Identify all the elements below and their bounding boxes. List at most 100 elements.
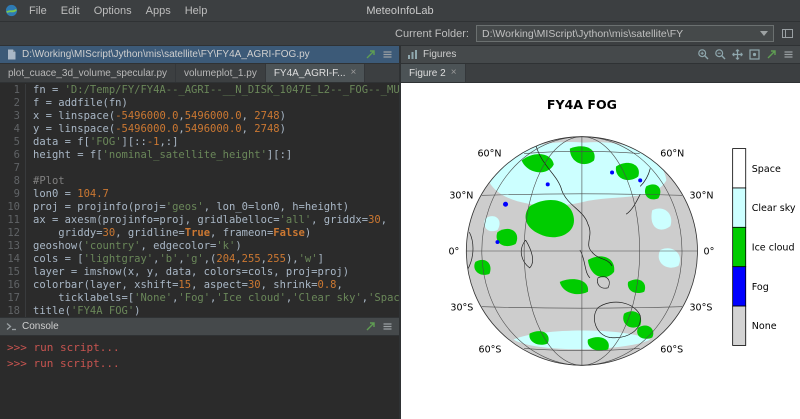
menu-options[interactable]: Options [87,3,139,19]
colorbar-segment [733,149,746,188]
undock-icon[interactable] [364,320,377,333]
line-content: x = linspace(-5496000.0,5496000.0, 2748) [33,110,286,123]
colorbar-segment [733,267,746,306]
grid-label: 30°S [450,303,473,314]
tab-label: Figure 2 [409,68,446,79]
code-line[interactable]: 3 x = linspace(-5496000.0,5496000.0, 2748… [0,110,399,123]
figure-title: FY4A FOG [547,97,617,112]
code-line[interactable]: 1 fn = 'D:/Temp/FY/FY4A--_AGRI--__N_DISK_… [0,84,399,97]
line-content: ax = axesm(projinfo=proj, gridlabelloc='… [33,214,387,227]
line-number: 17 [0,292,26,305]
menu-apps[interactable]: Apps [139,3,178,19]
code-line[interactable]: 14cols = ['lightgray','b','g',(204,255,2… [0,253,399,266]
editor-titlebar[interactable]: D:\Working\MIScript\Jython\mis\satellite… [0,46,399,64]
editor-panel: D:\Working\MIScript\Jython\mis\satellite… [0,46,399,317]
folder-toolbar: Current Folder: D:\Working\MIScript\Jyth… [0,22,800,46]
line-number: 3 [0,110,26,123]
console-title: Console [22,321,360,332]
meteoinfolab-window: FileEditOptionsAppsHelp MeteoInfoLab Cur… [0,0,800,419]
editor-title-path: D:\Working\MIScript\Jython\mis\satellite… [22,49,360,60]
line-content: y = linspace(-5496000.0,5496000.0, 2748) [33,123,286,136]
colorbar-segment [733,188,746,227]
menu-help[interactable]: Help [178,3,215,19]
menu-icon[interactable] [381,320,394,333]
tab-label: plot_cuace_3d_volume_specular.py [8,68,167,79]
tab[interactable]: volumeplot_1.py [176,64,266,82]
line-content: #Plot [33,175,65,188]
line-number: 2 [0,97,26,110]
figures-icon [406,48,419,61]
code-line[interactable]: 7 [0,162,399,175]
menu-items: FileEditOptionsAppsHelp [22,3,214,19]
full-extent-icon[interactable] [748,48,761,61]
current-folder-combobox[interactable]: D:\Working\MIScript\Jython\mis\satellite… [476,25,774,42]
code-line[interactable]: 8 #Plot [0,175,399,188]
code-line[interactable]: 18 title('FY4A FOG') [0,305,399,317]
code-editor[interactable]: 1 fn = 'D:/Temp/FY/FY4A--_AGRI--__N_DISK_… [0,83,399,317]
code-line[interactable]: 15layer = imshow(x, y, data, colors=cols… [0,266,399,279]
line-content: ticklabels=['None','Fog','Ice cloud','Cl… [33,292,399,305]
figure-tabbar: Figure 2 × [401,64,800,83]
code-line[interactable]: 2 f = addfile(fn) [0,97,399,110]
colorbar-label: None [752,321,777,332]
tab[interactable]: plot_cuace_3d_volume_specular.py [0,64,176,82]
figures-titlebar[interactable]: Figures [401,46,800,64]
python-file-icon [5,48,18,61]
app-logo-icon [5,4,18,17]
console-output[interactable]: >>> run script...>>> run script... [0,336,399,419]
line-number: 4 [0,123,26,136]
line-number: 14 [0,253,26,266]
zoom-out-icon[interactable] [714,48,727,61]
colorbar-segment [733,227,746,266]
tab[interactable]: Figure 2 × [401,64,466,82]
figure-canvas[interactable]: FY4A FOG [401,83,800,419]
code-line[interactable]: 9lon0 = 104.7 [0,188,399,201]
menu-icon[interactable] [782,48,795,61]
pan-icon[interactable] [731,48,744,61]
grid-label: 0° [704,247,715,258]
tab[interactable]: FY4A_AGRI-F...× [266,64,366,82]
menu-file[interactable]: File [22,3,54,19]
editor-tabbar: plot_cuace_3d_volume_specular.py volumepl… [0,64,399,83]
code-line[interactable]: 11ax = axesm(projinfo=proj, gridlabelloc… [0,214,399,227]
colorbar: SpaceClear skyIce cloudFogNone [733,149,796,346]
line-content: f = addfile(fn) [33,97,128,110]
grid-label: 60°S [660,344,683,355]
undock-icon[interactable] [765,48,778,61]
line-number: 8 [0,175,26,188]
code-line[interactable]: 5data = f['FOG'][::-1,:] [0,136,399,149]
console-icon [5,320,18,333]
code-line[interactable]: 12 griddy=30, gridline=True, frameon=Fal… [0,227,399,240]
console-panel: Console >>> run script...>>> run script.… [0,317,399,419]
grid-label: 30°N [689,190,713,201]
code-line[interactable]: 16colorbar(layer, xshift=15, aspect=30, … [0,279,399,292]
line-content: height = f['nominal_satellite_height'][:… [33,149,292,162]
line-number: 1 [0,84,26,97]
zoom-in-icon[interactable] [697,48,710,61]
console-titlebar[interactable]: Console [0,318,399,336]
undock-icon[interactable] [364,48,377,61]
line-number: 18 [0,305,26,317]
tab-close-icon[interactable]: × [351,68,357,78]
line-number: 6 [0,149,26,162]
chevron-down-icon[interactable] [760,31,768,36]
line-content: fn = 'D:/Temp/FY/FY4A--_AGRI--__N_DISK_1… [33,84,399,97]
menu-icon[interactable] [381,48,394,61]
left-pane: D:\Working\MIScript\Jython\mis\satellite… [0,46,401,419]
colorbar-label: Clear sky [752,203,796,214]
colorbar-label: Space [752,164,781,175]
code-line[interactable]: 6 height = f['nominal_satellite_height'][… [0,149,399,162]
line-content: title('FY4A FOG') [33,305,140,317]
sidebar-toggle-icon[interactable] [781,27,794,40]
code-line[interactable]: 4 y = linspace(-5496000.0,5496000.0, 2748… [0,123,399,136]
colorbar-label: Ice cloud [752,243,795,254]
code-line[interactable]: 17 ticklabels=['None','Fog','Ice cloud',… [0,292,399,305]
console-line: >>> run script... [7,340,392,356]
menu-edit[interactable]: Edit [54,3,87,19]
code-line[interactable]: 13geoshow('country', edgecolor='k') [0,240,399,253]
line-number: 13 [0,240,26,253]
figures-panel: Figures [401,46,800,419]
tab-close-icon[interactable]: × [451,68,457,78]
code-line[interactable]: 10proj = projinfo(proj='geos', lon_0=lon… [0,201,399,214]
grid-label: 60°N [660,149,684,160]
